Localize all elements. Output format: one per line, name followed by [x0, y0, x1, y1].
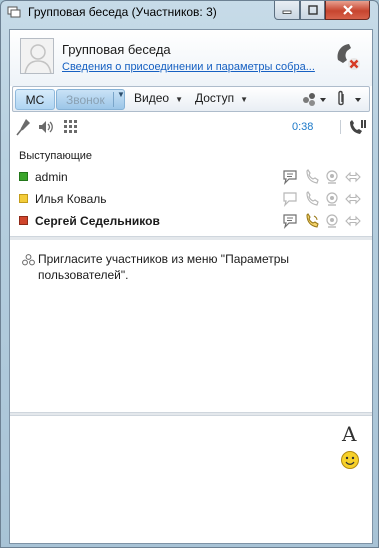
share-arrows-icon [344, 191, 362, 210]
minimize-icon [282, 10, 292, 14]
webcam-icon [324, 169, 340, 188]
participant-row[interactable]: Илья Коваль [10, 188, 372, 210]
call-label: Звонок [66, 92, 105, 107]
chevron-down-icon[interactable]: ▼ [117, 90, 125, 99]
im-icon [282, 213, 298, 232]
maximize-button[interactable] [300, 1, 325, 20]
presence-available-icon [19, 172, 28, 181]
presence-busy-icon [19, 216, 28, 225]
call-separator [113, 92, 114, 107]
more-options-button[interactable] [353, 90, 363, 111]
chevron-down-icon [355, 98, 361, 102]
participant-name: Илья Коваль [35, 192, 107, 206]
call-timer: 0:38 [292, 121, 314, 133]
participant-name: admin [35, 170, 68, 184]
dialpad-icon [64, 120, 77, 133]
attachment-button[interactable] [335, 90, 347, 111]
phone-pause-icon [350, 120, 366, 134]
title-bar[interactable]: Групповая беседа (Участников: 3) [1, 1, 378, 23]
system-message: Пригласите участников из меню "Параметры… [38, 252, 290, 282]
font-button[interactable]: A [342, 422, 356, 446]
conversation-title: Групповая беседа [62, 42, 171, 57]
call-controls-row: 0:38 [10, 114, 372, 140]
mute-button[interactable] [16, 118, 32, 139]
participants-icon [303, 93, 326, 106]
video-menu[interactable]: Видео ▼ [134, 91, 183, 105]
close-button[interactable] [325, 1, 370, 20]
avatar [20, 38, 54, 74]
participants-menu[interactable] [301, 90, 327, 111]
microphone-icon [16, 119, 30, 136]
conversation-toolbar: МС Звонок ▼ Видео ▼ Доступ ▼ [12, 86, 370, 112]
hang-up-icon[interactable] [332, 40, 362, 72]
volume-button[interactable] [38, 118, 54, 139]
speaker-icon [39, 121, 53, 133]
presence-away-icon [19, 194, 28, 203]
dialpad-button[interactable] [62, 118, 78, 139]
participants-icon [22, 254, 35, 266]
participant-row[interactable]: Сергей Седельников [10, 210, 372, 232]
webcam-icon [324, 213, 340, 232]
app-icon [7, 6, 21, 18]
access-label: Доступ [195, 91, 235, 105]
conversation-header: Групповая беседа Сведения о присоединени… [10, 30, 372, 86]
participant-name: Сергей Седельников [35, 214, 160, 228]
chat-history[interactable]: Пригласите участников из меню "Параметры… [10, 240, 372, 412]
minimize-button[interactable] [274, 1, 300, 20]
presenters-label: Выступающие [19, 150, 93, 162]
im-icon [282, 191, 298, 210]
phone-active-icon [304, 213, 320, 232]
phone-icon [304, 169, 320, 188]
participant-row[interactable]: admin [10, 166, 372, 188]
chevron-down-icon: ▼ [175, 95, 183, 104]
paperclip-icon [338, 90, 344, 106]
share-arrows-icon [344, 213, 362, 232]
maximize-icon [307, 5, 318, 15]
window-title: Групповая беседа (Участников: 3) [28, 5, 217, 19]
access-menu[interactable]: Доступ ▼ [195, 91, 248, 105]
chevron-down-icon: ▼ [240, 95, 248, 104]
call-options-button[interactable] [347, 118, 367, 139]
video-label: Видео [134, 91, 170, 105]
smiley-icon [341, 451, 359, 469]
phone-icon [304, 191, 320, 210]
im-icon [282, 169, 298, 188]
emoticon-button[interactable] [340, 450, 360, 473]
conversation-client: Групповая беседа Сведения о присоединени… [9, 29, 373, 544]
call-button[interactable]: Звонок ▼ [56, 89, 125, 110]
mc-button[interactable]: МС [15, 89, 55, 110]
share-arrows-icon [344, 169, 362, 188]
person-silhouette-icon [21, 39, 53, 73]
conversation-window: Групповая беседа (Участников: 3) Группов… [0, 0, 379, 548]
join-info-link[interactable]: Сведения о присоединении и параметры соб… [62, 61, 318, 73]
message-input[interactable]: A [10, 416, 372, 543]
divider [340, 120, 341, 134]
webcam-icon [324, 191, 340, 210]
close-icon [342, 5, 353, 15]
